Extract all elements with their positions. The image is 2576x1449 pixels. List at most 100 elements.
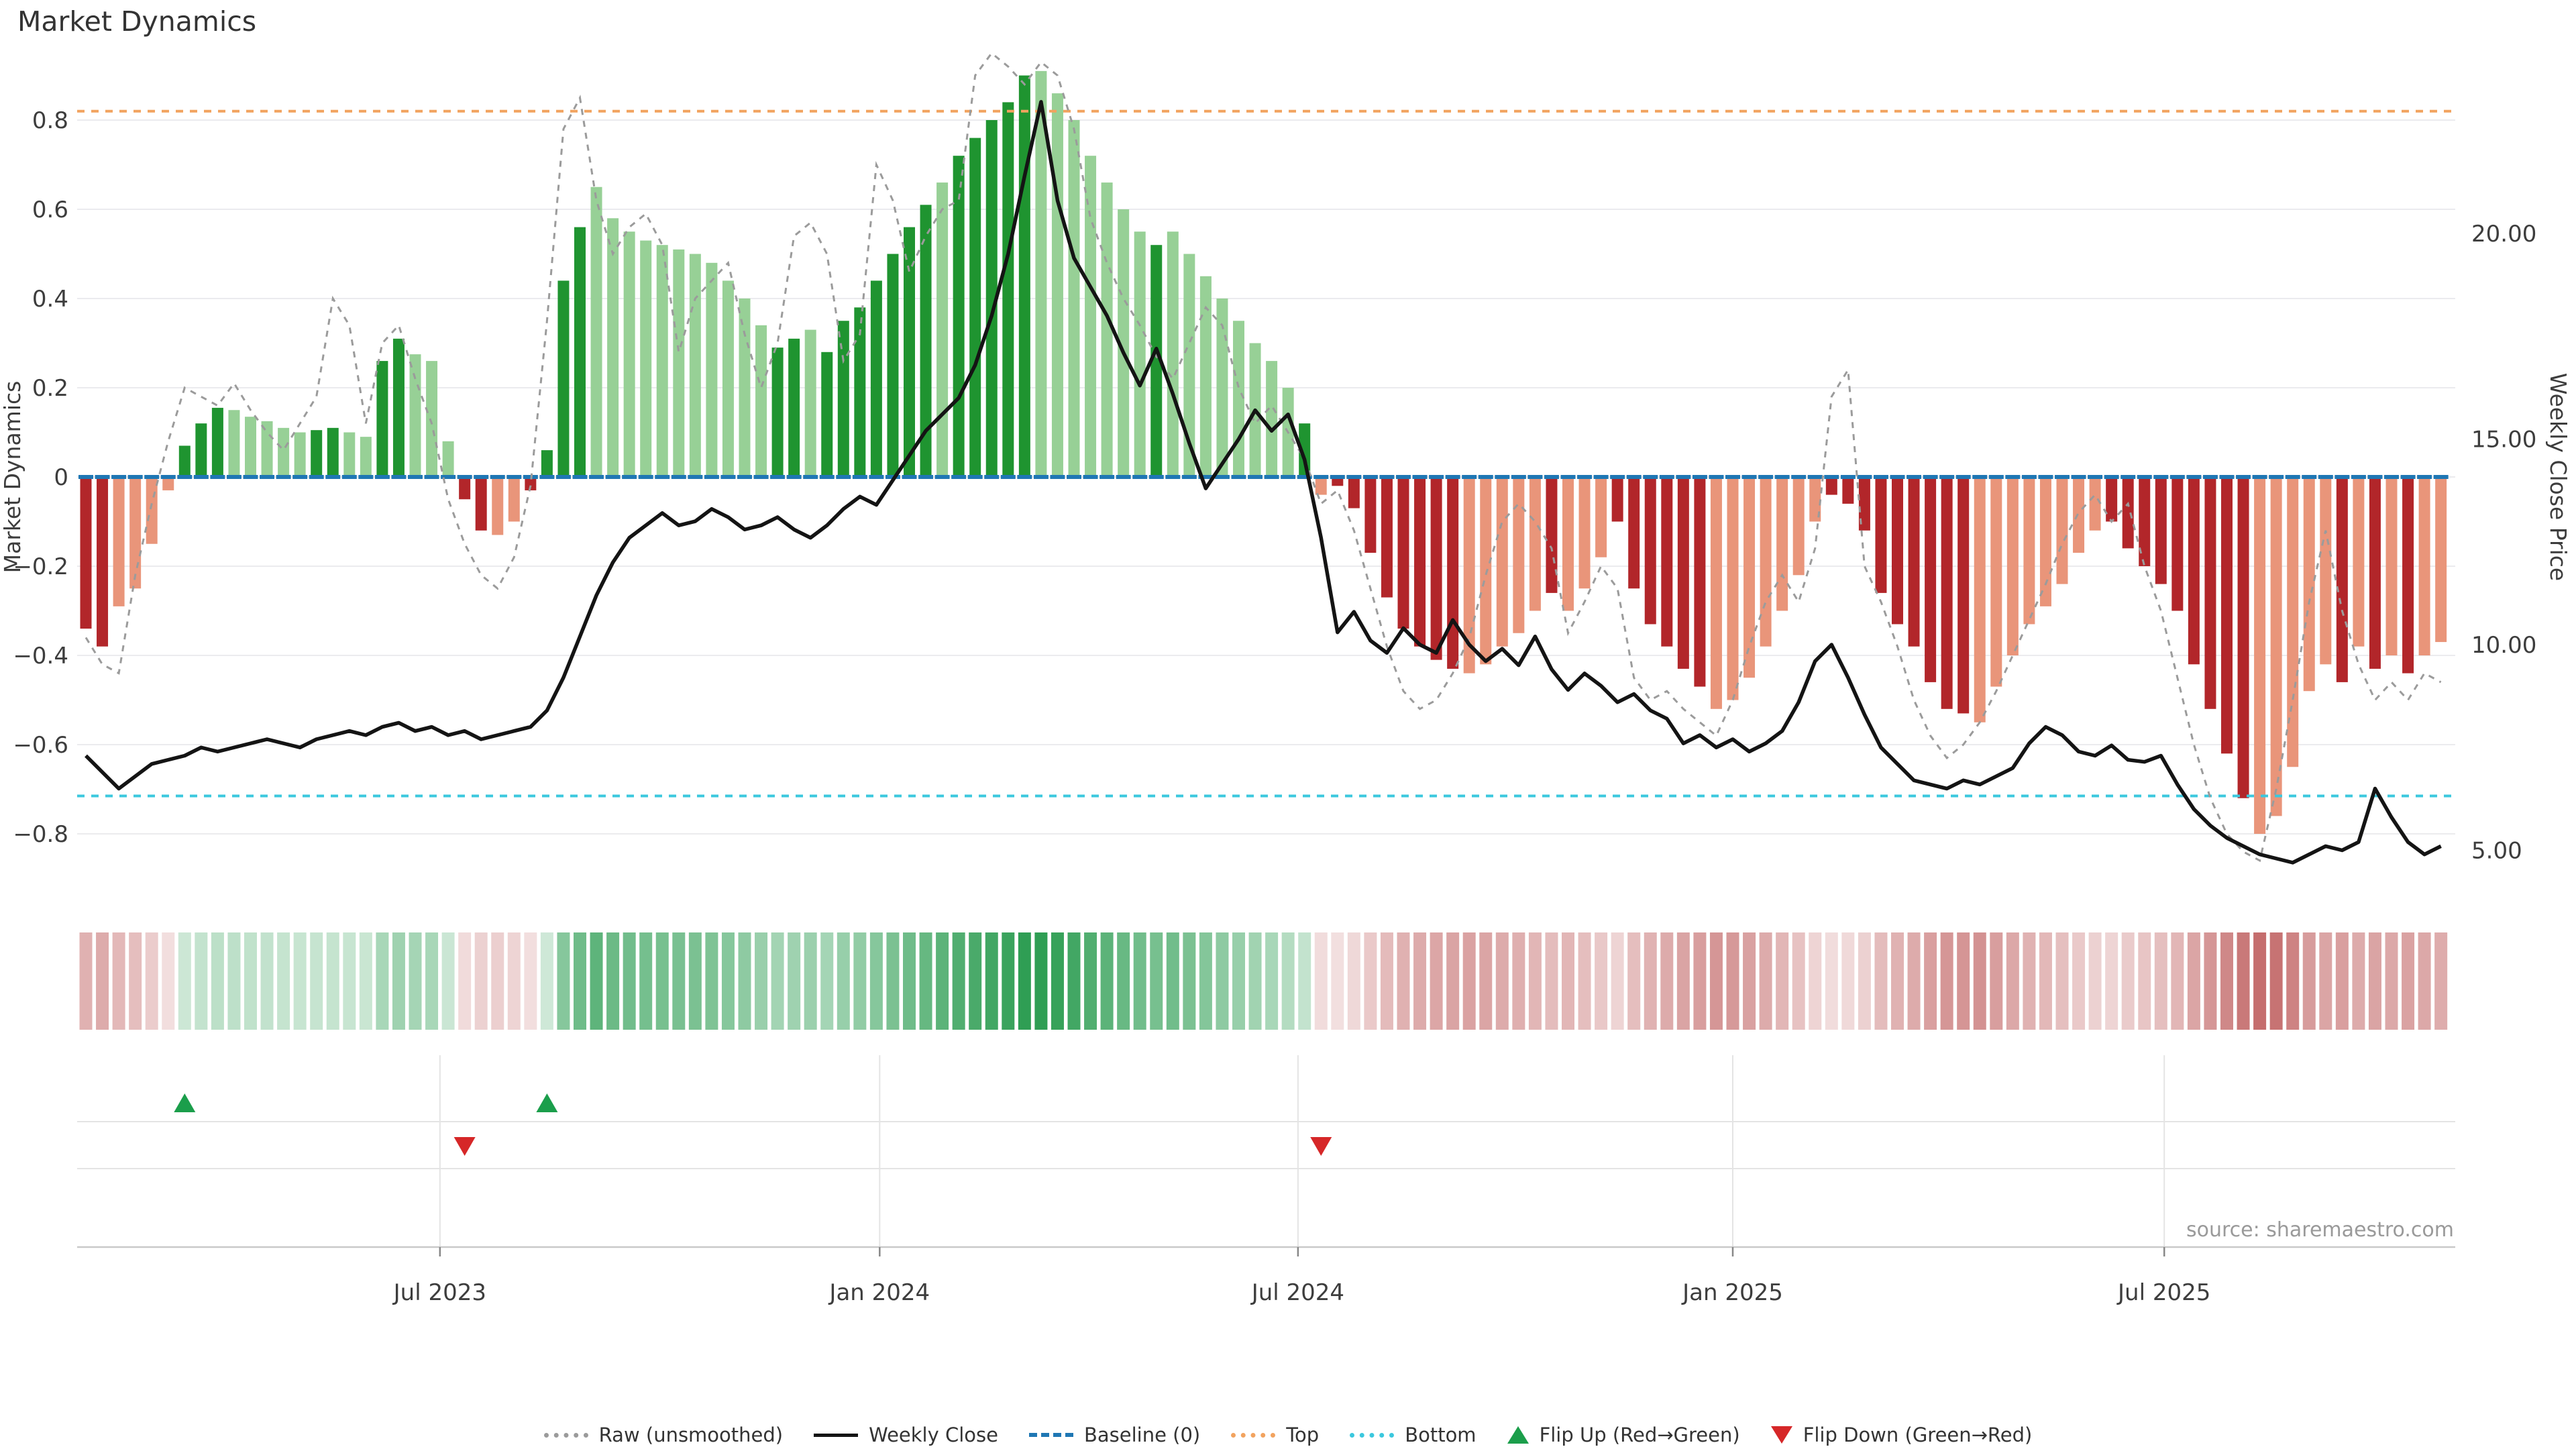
- dynamics-bar: [1974, 477, 1986, 722]
- flip-up-triangle-icon: [1507, 1426, 1529, 1444]
- heatmap-cell: [1034, 932, 1047, 1030]
- baseline-dash: [2005, 475, 2020, 479]
- heatmap-cell: [1891, 932, 1904, 1030]
- baseline-dash: [1627, 475, 1642, 479]
- dynamics-bar: [1480, 477, 1491, 664]
- heatmap-cell: [953, 932, 965, 1030]
- right-axis-tick-label: 15.00: [2471, 427, 2536, 453]
- heatmap-cell: [771, 932, 784, 1030]
- baseline-dash: [425, 475, 439, 479]
- baseline-dash: [2022, 475, 2037, 479]
- heatmap-cell: [2253, 932, 2266, 1030]
- left-axis-tick-label: 0.8: [32, 107, 68, 134]
- heatmap-cell: [376, 932, 388, 1030]
- baseline-dash: [1495, 475, 1509, 479]
- dynamics-bar: [1513, 477, 1524, 633]
- dynamics-bar: [80, 477, 92, 629]
- dynamics-bar: [1645, 477, 1656, 624]
- flip-down-marker: [454, 1137, 476, 1156]
- source-note: source: sharemaestro.com: [2186, 1218, 2454, 1242]
- legend-label: Bottom: [1405, 1424, 1476, 1446]
- baseline-dash: [2153, 475, 2168, 479]
- dynamics-bar: [1002, 102, 1014, 477]
- baseline-dash: [1313, 475, 1328, 479]
- dynamics-bar: [1595, 477, 1607, 557]
- baseline-dash: [244, 475, 258, 479]
- dynamics-bar: [1727, 477, 1739, 700]
- baseline-dash: [1017, 475, 1032, 479]
- baseline-dash: [1479, 475, 1493, 479]
- dynamics-bar: [97, 477, 108, 647]
- heatmap-cell: [1727, 932, 1739, 1030]
- dynamics-bar: [343, 433, 355, 478]
- dynamics-bar: [640, 241, 651, 477]
- heatmap-cell: [590, 932, 603, 1030]
- dynamics-bar: [2023, 477, 2035, 624]
- baseline-dash: [2351, 475, 2366, 479]
- legend-label: Raw (unsmoothed): [599, 1424, 783, 1446]
- heatmap-cell: [2006, 932, 2019, 1030]
- baseline-dash: [787, 475, 802, 479]
- heatmap-cell: [1562, 932, 1574, 1030]
- dynamics-bar: [2353, 477, 2364, 647]
- dynamics-bar: [492, 477, 503, 535]
- heatmap-cell: [2303, 932, 2316, 1030]
- heatmap-cell: [392, 932, 405, 1030]
- baseline-dash: [1281, 475, 1295, 479]
- dynamics-bar: [1678, 477, 1689, 669]
- left-axis-tick-label: 0: [54, 464, 68, 491]
- baseline-dash: [1956, 475, 1971, 479]
- heatmap-cell: [705, 932, 718, 1030]
- dynamics-bar: [624, 231, 635, 477]
- heatmap-cell: [2220, 932, 2233, 1030]
- baseline-dash: [1067, 475, 1081, 479]
- baseline-dash: [1099, 475, 1114, 479]
- dynamics-bar: [2090, 477, 2101, 531]
- heatmap-cell: [1413, 932, 1426, 1030]
- heatmap-cell: [1957, 932, 1970, 1030]
- baseline-dash: [1989, 475, 2004, 479]
- dynamics-bar: [2386, 477, 2398, 655]
- dynamics-bar: [1711, 477, 1722, 709]
- heatmap-cell: [837, 932, 850, 1030]
- baseline-dash: [820, 475, 835, 479]
- baseline-dash: [556, 475, 571, 479]
- dynamics-bar: [195, 423, 207, 477]
- baseline-dash: [2269, 475, 2284, 479]
- legend-item-flipdown: Flip Down (Green→Red): [1771, 1424, 2033, 1446]
- dynamics-bar: [2402, 477, 2414, 674]
- heatmap-cell: [1578, 932, 1591, 1030]
- baseline-dash: [1725, 475, 1740, 479]
- heatmap-cell: [2138, 932, 2151, 1030]
- x-tick-label: Jul 2024: [1250, 1279, 1344, 1306]
- dynamics-bar: [476, 477, 487, 531]
- baseline-dash: [1182, 475, 1197, 479]
- baseline-dash: [704, 475, 719, 479]
- dynamics-bar: [1546, 477, 1557, 593]
- x-tick-label: Jan 2024: [828, 1279, 930, 1306]
- legend-label: Flip Up (Red→Green): [1540, 1424, 1740, 1446]
- baseline-dash: [391, 475, 406, 479]
- weekly-close-line: [86, 102, 2441, 863]
- dynamics-bar: [953, 156, 965, 477]
- baseline-dash: [853, 475, 867, 479]
- baseline-dash: [474, 475, 488, 479]
- legend-item-raw: Raw (unsmoothed): [544, 1424, 783, 1446]
- baseline-dash: [2434, 475, 2449, 479]
- dynamics-bar: [739, 299, 751, 477]
- baseline-dash: [1923, 475, 1938, 479]
- right-axis-tick-label: 5.00: [2471, 838, 2522, 865]
- heatmap-cell: [969, 932, 981, 1030]
- baseline-dash: [2170, 475, 2185, 479]
- heatmap-cell: [327, 932, 339, 1030]
- baseline-dash: [1874, 475, 1888, 479]
- dynamics-bar: [311, 430, 322, 477]
- heatmap-cell: [96, 932, 109, 1030]
- dynamics-bar: [2221, 477, 2233, 753]
- baseline-dash: [1116, 475, 1131, 479]
- baseline-dash: [639, 475, 653, 479]
- flip-down-marker: [1310, 1137, 1332, 1156]
- baseline-dash: [1972, 475, 1987, 479]
- baseline-dash: [1363, 475, 1378, 479]
- heatmap-cell: [129, 932, 142, 1030]
